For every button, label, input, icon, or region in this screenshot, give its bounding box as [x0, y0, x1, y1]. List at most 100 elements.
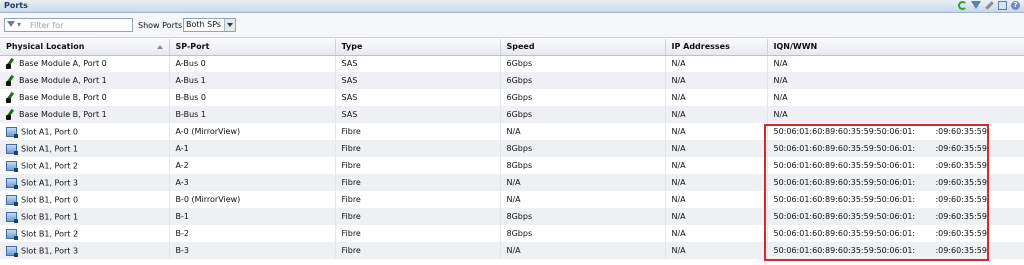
cell-ip-addresses: N/A [665, 242, 768, 259]
show-ports-label: Show Ports [138, 21, 183, 30]
tools-icon[interactable] [985, 1, 994, 10]
cell-iqn-wwn: 50:06:01:60:89:60:35:59:50:06:01: :09:60… [767, 140, 1024, 157]
column-header-sp-port[interactable]: SP-Port [169, 39, 336, 56]
cell-type: Fibre [335, 225, 501, 242]
cell-sp-port: A-3 [169, 174, 336, 191]
cell-type: Fibre [335, 208, 501, 225]
cell-physical-location-text: Base Module A, Port 1 [19, 76, 107, 85]
cell-type: Fibre [335, 242, 501, 259]
cell-iqn-wwn-text: 50:06:01:60:89:60:35:59:50:06:01: :09:60… [773, 161, 987, 170]
fibre-port-icon [6, 245, 18, 257]
table-row[interactable]: Slot B1, Port 0 B-0 (MirrorView) Fibre N/A N… [0, 191, 1024, 208]
sp-select[interactable]: Both SPs [183, 18, 236, 32]
cell-type-text: Fibre [341, 127, 361, 136]
table-row[interactable]: Slot B1, Port 2 B-2 Fibre 8Gbps N/A 50:06:01:… [0, 225, 1024, 242]
cell-type: SAS [335, 72, 501, 89]
panel-title: Ports [4, 1, 28, 10]
table-row[interactable]: Slot B1, Port 1 B-1 Fibre 8Gbps N/A 50:06:01:… [0, 208, 1024, 225]
cell-ip-addresses-text: N/A [671, 195, 686, 204]
table-row[interactable]: Base Module A, Port 0 A-Bus 0 SAS 6Gbps N/A N… [0, 55, 1024, 72]
cell-ip-addresses-text: N/A [671, 178, 686, 187]
cell-physical-location: Slot B1, Port 3 [0, 242, 170, 259]
sas-port-icon [6, 92, 15, 103]
cell-ip-addresses: N/A [665, 225, 768, 242]
cell-sp-port: B-3 [169, 242, 336, 259]
cell-speed: N/A [500, 123, 666, 140]
filter-box[interactable]: ▾ [4, 18, 133, 32]
cell-physical-location: Base Module A, Port 0 [0, 55, 170, 72]
cell-iqn-wwn-text: N/A [773, 93, 788, 102]
cell-sp-port: A-1 [169, 140, 336, 157]
cell-physical-location: Slot A1, Port 3 [0, 174, 170, 191]
cell-physical-location-text: Slot A1, Port 0 [21, 127, 79, 136]
cell-sp-port-text: A-0 (MirrorView) [175, 127, 241, 136]
cell-physical-location-text: Base Module B, Port 1 [19, 110, 107, 119]
column-header-ip-addresses[interactable]: IP Addresses [665, 39, 768, 56]
help-icon[interactable]: ? [1011, 1, 1020, 10]
table-row[interactable]: Base Module A, Port 1 A-Bus 1 SAS 6Gbps N/A N… [0, 72, 1024, 89]
filter-input[interactable] [30, 19, 130, 31]
table-row[interactable]: Slot A1, Port 1 A-1 Fibre 8Gbps N/A 50:06:01:… [0, 140, 1024, 157]
refresh-icon[interactable] [958, 1, 967, 10]
cell-sp-port-text: B-3 [175, 246, 189, 255]
cell-type-text: Fibre [341, 195, 361, 204]
fibre-port-icon [6, 143, 18, 155]
cell-speed-text: 6Gbps [506, 110, 533, 119]
cell-type: Fibre [335, 174, 501, 191]
cell-speed: N/A [500, 191, 666, 208]
cell-iqn-wwn-text: 50:06:01:60:89:60:35:59:50:06:01: :09:60… [773, 144, 987, 153]
cell-sp-port-text: A-1 [175, 144, 189, 153]
export-icon[interactable] [998, 1, 1007, 10]
cell-physical-location-text: Base Module B, Port 0 [19, 93, 107, 102]
cell-iqn-wwn: N/A [767, 55, 1024, 72]
fibre-port-icon [6, 228, 18, 240]
cell-ip-addresses: N/A [665, 140, 768, 157]
cell-sp-port: A-Bus 1 [169, 72, 336, 89]
table-row[interactable]: Slot A1, Port 3 A-3 Fibre N/A N/A 50:06:01:60… [0, 174, 1024, 191]
cell-physical-location-text: Base Module A, Port 0 [19, 59, 107, 69]
cell-type-text: Fibre [341, 144, 361, 153]
cell-ip-addresses: N/A [665, 89, 768, 106]
cell-sp-port: A-Bus 0 [169, 55, 336, 72]
cell-ip-addresses-text: N/A [671, 144, 686, 153]
cell-iqn-wwn-text: 50:06:01:60:89:60:35:59:50:06:01: :09:60… [773, 246, 987, 255]
cell-sp-port-text: A-3 [175, 178, 189, 187]
cell-sp-port: A-2 [169, 157, 336, 174]
chevron-down-icon[interactable] [224, 19, 235, 31]
column-header-iqn-wwn[interactable]: IQN/WWN [767, 39, 1024, 56]
cell-speed-text: N/A [506, 195, 521, 204]
cell-speed-text: 8Gbps [506, 144, 533, 153]
cell-physical-location: Slot A1, Port 2 [0, 157, 170, 174]
cell-ip-addresses-text: N/A [671, 229, 686, 238]
filter-icon[interactable] [971, 1, 981, 9]
cell-speed-text: 6Gbps [506, 93, 533, 102]
fibre-port-icon [6, 126, 18, 138]
table-row[interactable]: Slot A1, Port 0 A-0 (MirrorView) Fibre N/A N… [0, 123, 1024, 140]
column-header-type[interactable]: Type [335, 39, 501, 56]
table-row[interactable]: Slot B1, Port 3 B-3 Fibre N/A N/A 50:06:01:60… [0, 242, 1024, 259]
cell-type-text: Fibre [341, 229, 361, 238]
ports-table: Physical Location SP-Port Type Speed IP … [0, 39, 1024, 259]
cell-physical-location: Slot A1, Port 1 [0, 140, 170, 157]
cell-type-text: SAS [341, 76, 358, 85]
cell-ip-addresses-text: N/A [671, 59, 686, 69]
cell-sp-port-text: B-2 [175, 229, 189, 238]
cell-speed-text: 8Gbps [506, 161, 533, 170]
cell-sp-port-text: B-0 (MirrorView) [175, 195, 241, 204]
column-header-speed[interactable]: Speed [500, 39, 666, 56]
cell-iqn-wwn: N/A [767, 106, 1024, 123]
table-row[interactable]: Slot A1, Port 2 A-2 Fibre 8Gbps N/A 50:06:01:… [0, 157, 1024, 174]
column-header-physical-location[interactable]: Physical Location [0, 39, 170, 56]
cell-sp-port-text: A-Bus 0 [175, 59, 206, 69]
cell-ip-addresses: N/A [665, 191, 768, 208]
table-row[interactable]: Base Module B, Port 0 B-Bus 0 SAS 6Gbps N/A N… [0, 89, 1024, 106]
cell-sp-port: B-2 [169, 225, 336, 242]
cell-ip-addresses-text: N/A [671, 76, 686, 85]
table-row[interactable]: Base Module B, Port 1 B-Bus 1 SAS 6Gbps N/A N… [0, 106, 1024, 123]
cell-iqn-wwn: 50:06:01:60:89:60:35:59:50:06:01: :09:60… [767, 208, 1024, 225]
cell-ip-addresses-text: N/A [671, 110, 686, 119]
cell-iqn-wwn: 50:06:01:60:89:60:35:59:50:06:01: :09:60… [767, 123, 1024, 140]
cell-speed-text: 6Gbps [506, 59, 533, 69]
filter-dropdown-icon[interactable]: ▾ [7, 20, 29, 30]
cell-ip-addresses-text: N/A [671, 246, 686, 255]
